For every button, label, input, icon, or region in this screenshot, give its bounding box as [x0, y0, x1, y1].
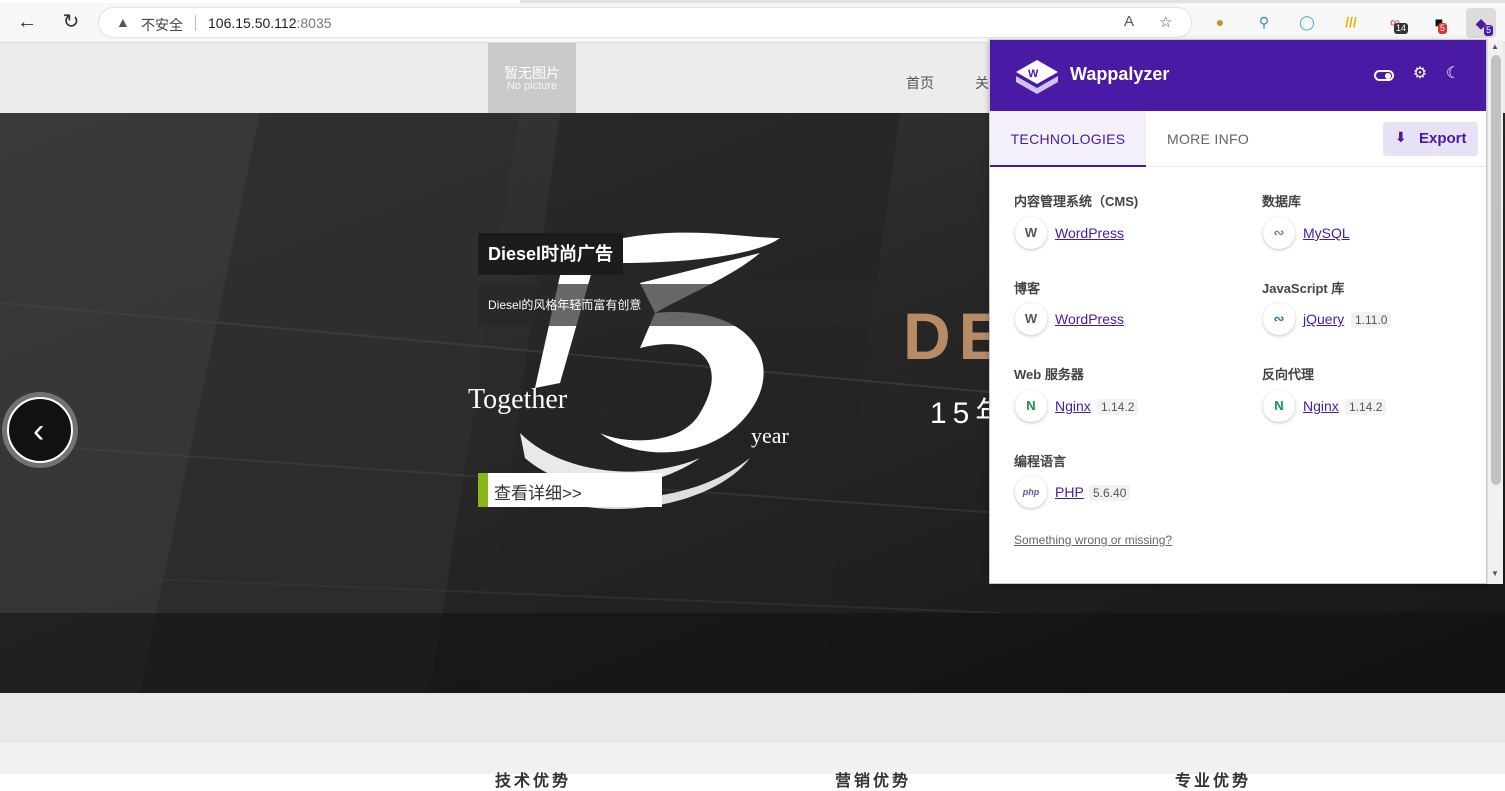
slider-prev-button[interactable]: ‹ — [2, 392, 78, 468]
wordpress-icon: W — [1015, 217, 1047, 249]
report-issue-link[interactable]: Something wrong or missing? — [1014, 533, 1172, 547]
tab-technologies[interactable]: TECHNOLOGIES — [990, 111, 1146, 167]
extension-badge: 14 — [1394, 23, 1409, 34]
favorite-star-icon[interactable]: ☆ — [1159, 13, 1172, 31]
feature-heading: 技术优势 — [495, 773, 572, 790]
warning-icon[interactable]: ▲ — [116, 14, 130, 30]
category-title: Web 服务器 — [1014, 367, 1084, 382]
export-button[interactable]: ⬇ Export — [1383, 122, 1478, 156]
address-separator — [195, 15, 196, 31]
php-icon: php — [1015, 476, 1047, 508]
category-title: 内容管理系统（CMS) — [1014, 194, 1139, 209]
reload-icon[interactable]: ↻ — [59, 10, 83, 34]
tech-link-wordpress[interactable]: WordPress — [1055, 225, 1124, 241]
wappalyzer-title: Wappalyzer — [1070, 64, 1170, 84]
box-extension-icon[interactable]: ■ 5 — [1430, 13, 1448, 34]
wappalyzer-popup: W Wappalyzer ⚙ ☾ TECHNOLOGIES MORE INFO … — [989, 39, 1487, 584]
tech-link-wordpress[interactable]: WordPress — [1055, 311, 1124, 327]
category-title: 数据库 — [1262, 194, 1302, 209]
export-label: Export — [1419, 130, 1467, 147]
scroll-up-icon[interactable]: ▲ — [1491, 42, 1499, 51]
tab-strip — [0, 0, 1505, 3]
url-port: :8035 — [296, 15, 332, 31]
tech-version: 5.6.40 — [1089, 485, 1131, 501]
link-extension-icon[interactable]: ∞ 14 — [1386, 13, 1409, 34]
slide-description: Diesel的风格年轻而富有创意 — [478, 284, 900, 326]
wappalyzer-tabs: TECHNOLOGIES MORE INFO ⬇ Export — [990, 111, 1486, 167]
nginx-icon: N — [1015, 390, 1047, 422]
wordpress-icon: W — [1015, 303, 1047, 335]
popup-scrollbar[interactable]: ▲ ▼ — [1487, 39, 1503, 584]
url-host: 106.15.50.112 — [208, 15, 297, 31]
extension-badge: 5 — [1438, 23, 1448, 34]
logo-en-text: No picture — [506, 80, 558, 92]
wappalyzer-header: W Wappalyzer ⚙ ☾ — [990, 40, 1486, 111]
tech-version: 1.14.2 — [1097, 399, 1139, 415]
pin-extension-icon[interactable]: ⚲ — [1255, 13, 1273, 31]
feature-heading: 营销优势 — [835, 773, 912, 790]
slide-title: Diesel时尚广告 — [478, 233, 624, 275]
moon-icon[interactable]: ☾ — [1443, 64, 1463, 84]
bars-extension-icon[interactable]: /// — [1342, 13, 1360, 31]
cookie-extension-icon[interactable]: ● — [1211, 13, 1229, 31]
extension-badge: 5 — [1484, 25, 1494, 36]
browser-toolbar: ← ↻ ▲ 不安全 106.15.50.112:8035 A ☆ ● ⚲ ◯ /… — [0, 0, 1505, 43]
category-title: 编程语言 — [1014, 454, 1067, 469]
category-title: JavaScript 库 — [1262, 281, 1345, 296]
enable-toggle[interactable] — [1374, 70, 1394, 81]
download-icon: ⬇ — [1395, 129, 1407, 145]
gear-icon[interactable]: ⚙ — [1410, 64, 1430, 84]
mysql-icon: ∾ — [1263, 217, 1295, 249]
site-logo-placeholder[interactable]: 暂无图片 No picture — [488, 43, 576, 113]
category-title: 反向代理 — [1262, 367, 1315, 382]
category-title: 博客 — [1014, 281, 1041, 296]
insecure-label[interactable]: 不安全 — [141, 15, 183, 35]
view-details-label: 查看详细>> — [494, 484, 582, 503]
tech-version: 1.14.2 — [1345, 399, 1387, 415]
nav-about[interactable]: 关 — [975, 73, 989, 93]
svg-text:W: W — [1028, 68, 1039, 80]
tech-link-php[interactable]: PHP — [1055, 484, 1084, 500]
button-accent-bar — [478, 473, 488, 507]
wappalyzer-logo-icon: W — [1016, 60, 1058, 94]
url-text[interactable]: 106.15.50.112:8035 — [208, 15, 332, 31]
jquery-icon: ∾ — [1263, 303, 1295, 335]
tech-link-nginx[interactable]: Nginx — [1303, 398, 1339, 414]
scroll-down-icon[interactable]: ▼ — [1491, 569, 1499, 578]
nginx-icon: N — [1263, 390, 1295, 422]
wappalyzer-extension-icon[interactable]: ◆ 5 — [1466, 8, 1496, 38]
tech-version: 1.11.0 — [1351, 312, 1392, 328]
read-aloud-icon[interactable]: A — [1124, 13, 1134, 30]
chevron-left-icon: ‹ — [33, 412, 45, 450]
tech-link-jquery[interactable]: jQuery — [1303, 311, 1344, 327]
together-text: Together — [468, 384, 568, 415]
tech-link-mysql[interactable]: MySQL — [1303, 225, 1350, 241]
year-text: year — [751, 423, 790, 448]
tech-link-nginx[interactable]: Nginx — [1055, 398, 1091, 414]
tab-more-info[interactable]: MORE INFO — [1146, 111, 1270, 167]
features-section: 技术优势 营销优势 专业优势 — [0, 743, 1505, 790]
back-arrow-icon[interactable]: ← — [15, 10, 39, 34]
view-details-button[interactable]: 查看详细>> — [478, 473, 662, 507]
address-bar[interactable]: ▲ 不安全 106.15.50.112:8035 A ☆ — [98, 7, 1192, 38]
circle-extension-icon[interactable]: ◯ — [1298, 13, 1316, 31]
nav-home[interactable]: 首页 — [906, 73, 934, 93]
feature-heading: 专业优势 — [1175, 773, 1252, 790]
scroll-thumb[interactable] — [1491, 55, 1501, 485]
